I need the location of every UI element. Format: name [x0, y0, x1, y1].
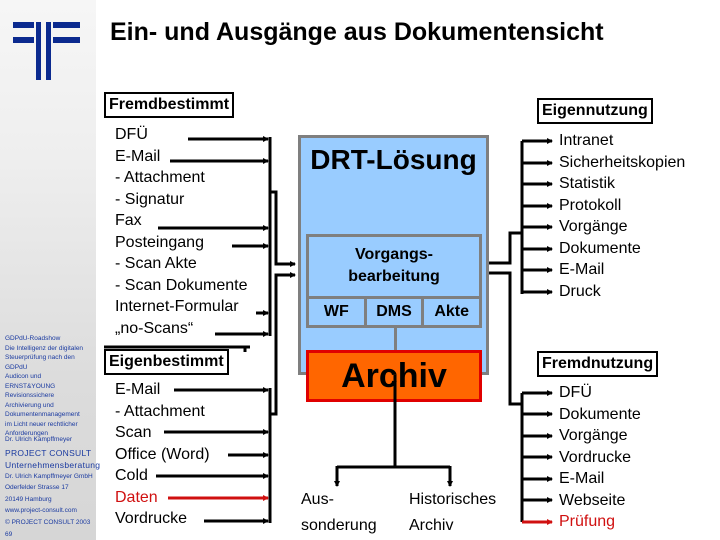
bus-line [489, 231, 522, 265]
bus-line [489, 271, 522, 406]
connector-lines [104, 136, 553, 525]
bus-line [270, 190, 296, 267]
bus-line [270, 272, 296, 416]
